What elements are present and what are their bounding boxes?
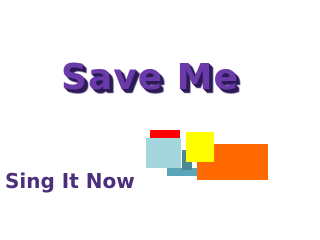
aqua-square <box>146 138 181 168</box>
subtitle-text: Sing It Now <box>5 169 135 193</box>
yellow-square <box>186 132 214 162</box>
title-text: Save Me <box>61 57 239 98</box>
artwork-canvas: Save Me Sing It Now <box>0 0 300 216</box>
